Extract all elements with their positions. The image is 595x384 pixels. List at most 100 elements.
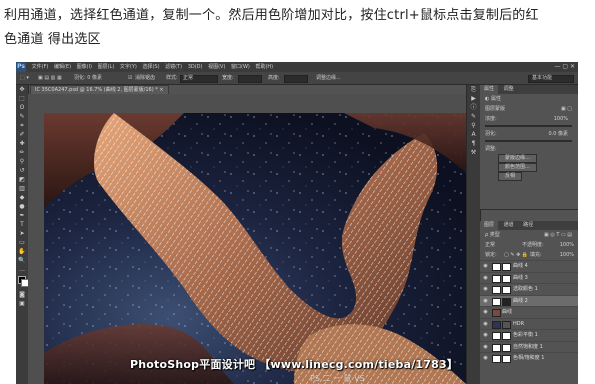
screen-mode-icon[interactable]: ▣	[16, 299, 28, 308]
color-range-button[interactable]: 颜色范围...	[498, 163, 537, 172]
history-brush-tool-icon[interactable]: ↺	[16, 166, 28, 175]
hand-tool-icon[interactable]: ✋	[16, 247, 28, 256]
zoom-tool-icon[interactable]: 🔍	[16, 256, 28, 265]
layer-name: 自然饱和度 1	[513, 343, 543, 350]
tab-layers[interactable]: 图层	[480, 221, 499, 230]
layer-name: 曲线 2	[513, 297, 528, 304]
layer-row-selected[interactable]: ◉ 曲线 2	[480, 294, 578, 306]
quick-mask-icon[interactable]: ◙	[16, 290, 28, 299]
layer-row[interactable]: ◉ 曲线 4	[480, 260, 578, 272]
type-tool-icon[interactable]: T	[16, 220, 28, 229]
edit-toolbar-icon[interactable]: …	[16, 265, 28, 274]
layer-kind-filter[interactable]: ρ 类型	[485, 232, 500, 238]
menu-edit[interactable]: 编辑(E)	[54, 64, 71, 70]
height-field[interactable]	[284, 75, 308, 83]
layer-row[interactable]: ◉ 曲线	[480, 306, 578, 318]
blur-tool-icon[interactable]: ◆	[16, 193, 28, 202]
healing-tool-icon[interactable]: ✚	[16, 139, 28, 148]
antialias-checkbox[interactable]: ☑	[128, 72, 132, 84]
marquee-tool-icon[interactable]: ⬚	[16, 94, 28, 103]
eye-icon[interactable]: ◉	[482, 319, 489, 329]
properties-tabs: 属性 调整	[480, 85, 578, 94]
menu-image[interactable]: 图像(I)	[77, 64, 92, 70]
character-icon[interactable]: A	[467, 130, 480, 139]
blend-mode-select[interactable]: 正常	[485, 242, 495, 248]
eye-icon[interactable]: ◉	[482, 330, 489, 340]
tab-properties[interactable]: 属性	[480, 85, 499, 94]
mask-thumb	[502, 274, 511, 283]
menu-3d[interactable]: 3D(D)	[188, 64, 203, 70]
menu-filter[interactable]: 滤镜(T)	[165, 64, 182, 70]
mask-edge-button[interactable]: 蒙版边缘...	[498, 154, 537, 163]
crop-tool-icon[interactable]: ⌗	[16, 121, 28, 130]
layer-row[interactable]: ◉ 选取颜色 1	[480, 283, 578, 295]
eye-icon[interactable]: ◉	[482, 261, 489, 271]
tab-paths[interactable]: 路径	[519, 221, 537, 230]
menu-file[interactable]: 文件(F)	[32, 64, 49, 70]
eyedropper-tool-icon[interactable]: ✐	[16, 130, 28, 139]
menu-select[interactable]: 选择(S)	[142, 64, 159, 70]
watermark-text: PhotoShop平面设计吧 【www.linecg.com/tieba/178…	[130, 358, 459, 371]
brush-tool-icon[interactable]: ✏	[16, 148, 28, 157]
dodge-tool-icon[interactable]: ●	[16, 202, 28, 211]
eye-icon[interactable]: ◉	[482, 342, 489, 352]
tools-preset-icon[interactable]: ⚒	[467, 148, 480, 157]
layer-name: 色彩平衡 1	[513, 332, 538, 338]
density-row: 浓度: 100%	[480, 114, 578, 124]
lock-row: 锁定: ▢ ✎ ✥ 🔒 填充: 100%	[480, 250, 578, 260]
selection-mode-icons[interactable]: ▣ ▤ ▥ ▦	[38, 72, 62, 84]
layer-row[interactable]: ◉ HDR	[480, 317, 578, 330]
menu-type[interactable]: 文字(Y)	[120, 64, 137, 70]
window-controls[interactable]: — ▢ ✕	[554, 62, 575, 72]
feather-value[interactable]: 0.0 像素	[548, 129, 568, 139]
filter-icons[interactable]: ▣ ◎ T ▭ ▤	[544, 230, 572, 240]
caption-line-1: 利用通道，选择红色通道，复制一个。然后用色阶增加对比，按住ctrl+鼠标点击复制…	[4, 8, 539, 23]
lock-icons[interactable]: ▢ ✎ ✥ 🔒	[504, 250, 528, 260]
fill-value[interactable]: 100%	[560, 250, 574, 260]
invert-button[interactable]: 反相	[498, 172, 523, 181]
pen-tool-icon[interactable]: ✒	[16, 211, 28, 220]
eye-icon[interactable]: ◉	[482, 273, 489, 283]
mask-thumb	[502, 297, 511, 306]
eye-icon[interactable]: ◉	[482, 307, 489, 317]
eye-icon[interactable]: ◉	[482, 284, 489, 294]
shape-tool-icon[interactable]: ▭	[16, 238, 28, 247]
watermark-subtext: PS 二 一 鼠 VS	[310, 374, 365, 383]
marquee-tool-icon[interactable]: ⬚ ▾	[20, 72, 29, 84]
info-icon[interactable]: ⓘ	[467, 103, 480, 112]
opacity-value[interactable]: 100%	[560, 240, 574, 250]
layer-row[interactable]: ◉ 曲线 3	[480, 271, 578, 284]
clone-source-icon[interactable]: ⚲	[467, 121, 480, 130]
tab-channels[interactable]: 通道	[500, 221, 518, 230]
density-value[interactable]: 100%	[554, 114, 568, 124]
brush-panel-icon[interactable]: ✎	[467, 112, 480, 121]
color-swatches[interactable]	[16, 274, 29, 290]
adjustment-thumb	[492, 332, 501, 340]
menu-window[interactable]: 窗口(W)	[231, 64, 250, 70]
menu-view[interactable]: 视图(V)	[208, 64, 225, 70]
properties-title: 属性	[490, 96, 501, 102]
paragraph-icon[interactable]: ¶	[467, 139, 480, 148]
quick-select-tool-icon[interactable]: ✎	[16, 112, 28, 121]
adjustment-thumb	[492, 343, 501, 352]
add-mask-icons[interactable]: ▣ ▢	[561, 104, 572, 114]
history-icon[interactable]: ⎘	[467, 85, 480, 94]
path-select-tool-icon[interactable]: ➤	[16, 229, 28, 238]
layer-row[interactable]: ◉ 色彩平衡 1	[480, 329, 578, 341]
layer-row[interactable]: ◉ 自然饱和度 1	[480, 340, 578, 353]
menu-layer[interactable]: 图层(L)	[98, 64, 115, 70]
actions-icon[interactable]: ▶	[467, 94, 480, 103]
menu-help[interactable]: 帮助(H)	[255, 64, 273, 70]
lasso-tool-icon[interactable]: ʘ	[16, 103, 28, 112]
eye-icon[interactable]: ◉	[482, 296, 489, 306]
eraser-tool-icon[interactable]: ◩	[16, 175, 28, 184]
eye-icon[interactable]: ◉	[482, 353, 489, 363]
refine-edge-button[interactable]: 调整边缘...	[316, 72, 341, 84]
gradient-tool-icon[interactable]: ▥	[16, 184, 28, 193]
move-tool-icon[interactable]: ✥	[16, 85, 28, 94]
tab-adjustments[interactable]: 调整	[500, 85, 518, 94]
layer-row[interactable]: ◉ 色相/饱和度 1	[480, 352, 578, 364]
feather-label: 羽化: 0 像素	[74, 75, 103, 81]
stamp-tool-icon[interactable]: ⚲	[16, 157, 28, 166]
width-field[interactable]	[238, 75, 262, 83]
